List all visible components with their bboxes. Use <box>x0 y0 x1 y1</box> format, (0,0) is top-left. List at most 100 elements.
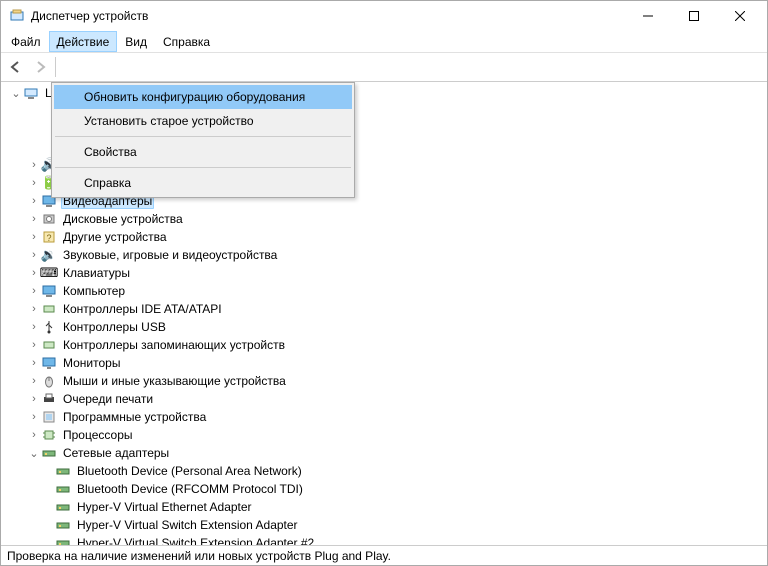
tree-label: Другие устройства <box>61 230 169 244</box>
tree-item-computer[interactable]: › Компьютер <box>5 282 767 300</box>
cpu-icon <box>41 427 57 443</box>
network-adapter-icon <box>55 535 71 545</box>
network-adapter-icon <box>55 463 71 479</box>
dropdown-separator <box>55 167 351 168</box>
dropdown-scan-hardware[interactable]: Обновить конфигурацию оборудования <box>54 85 352 109</box>
expand-icon[interactable]: › <box>27 356 41 370</box>
collapse-icon[interactable]: ⌄ <box>27 446 41 460</box>
tree-label: Звуковые, игровые и видеоустройства <box>61 248 279 262</box>
tree-label: Bluetooth Device (RFCOMM Protocol TDI) <box>75 482 305 496</box>
expand-icon[interactable]: › <box>27 248 41 262</box>
dropdown-separator <box>55 136 351 137</box>
tree-label: Процессоры <box>61 428 135 442</box>
content-area: Обновить конфигурацию оборудования Устан… <box>1 81 767 545</box>
network-icon <box>41 445 57 461</box>
back-button[interactable] <box>5 56 27 78</box>
dropdown-properties[interactable]: Свойства <box>54 140 352 164</box>
tree-label: Компьютер <box>61 284 127 298</box>
separator <box>55 57 56 77</box>
expand-icon[interactable]: › <box>27 176 41 190</box>
tree-label: Hyper-V Virtual Switch Extension Adapter <box>75 518 300 532</box>
printer-icon <box>41 391 57 407</box>
expand-icon[interactable]: ⌄ <box>9 86 23 100</box>
tree-label: Дисковые устройства <box>61 212 185 226</box>
dropdown-help[interactable]: Справка <box>54 171 352 195</box>
forward-button[interactable] <box>29 56 51 78</box>
tree-label: Hyper-V Virtual Ethernet Adapter <box>75 500 254 514</box>
expand-icon[interactable]: › <box>27 194 41 208</box>
close-button[interactable] <box>717 1 763 31</box>
tree-label: Клавиатуры <box>61 266 132 280</box>
tree-label: Контроллеры запоминающих устройств <box>61 338 287 352</box>
computer-icon <box>23 85 39 101</box>
expand-icon[interactable]: › <box>27 158 41 172</box>
tree-item-net-child[interactable]: Hyper-V Virtual Ethernet Adapter <box>5 498 767 516</box>
expand-icon[interactable]: › <box>27 284 41 298</box>
expand-icon[interactable]: › <box>27 230 41 244</box>
tree-label: Bluetooth Device (Personal Area Network) <box>75 464 304 478</box>
software-icon <box>41 409 57 425</box>
tree-item-disk[interactable]: › Дисковые устройства <box>5 210 767 228</box>
statusbar: Проверка на наличие изменений или новых … <box>1 545 767 565</box>
tree-item-software[interactable]: › Программные устройства <box>5 408 767 426</box>
keyboard-icon: ⌨ <box>41 265 57 281</box>
tree-item-net-child[interactable]: Bluetooth Device (RFCOMM Protocol TDI) <box>5 480 767 498</box>
dropdown-add-legacy[interactable]: Установить старое устройство <box>54 109 352 133</box>
tree-item-network[interactable]: ⌄ Сетевые адаптеры <box>5 444 767 462</box>
expand-icon[interactable]: › <box>27 320 41 334</box>
tree-item-net-child[interactable]: Hyper-V Virtual Switch Extension Adapter… <box>5 534 767 545</box>
expand-icon[interactable]: › <box>27 338 41 352</box>
network-adapter-icon <box>55 481 71 497</box>
tree-item-keyboards[interactable]: › ⌨ Клавиатуры <box>5 264 767 282</box>
app-icon <box>9 8 25 24</box>
tree-item-print-queue[interactable]: › Очереди печати <box>5 390 767 408</box>
tree-label: Контроллеры IDE ATA/ATAPI <box>61 302 224 316</box>
tree-item-usb[interactable]: › Контроллеры USB <box>5 318 767 336</box>
tree-label: Контроллеры USB <box>61 320 168 334</box>
window-title: Диспетчер устройств <box>31 9 625 23</box>
menu-action[interactable]: Действие <box>49 31 118 52</box>
tree-label: Сетевые адаптеры <box>61 446 171 460</box>
disk-icon <box>41 211 57 227</box>
menu-help[interactable]: Справка <box>155 31 218 52</box>
tree-item-sound[interactable]: › 🔉 Звуковые, игровые и видеоустройства <box>5 246 767 264</box>
expand-icon[interactable]: › <box>27 302 41 316</box>
tree-label: Программные устройства <box>61 410 208 424</box>
tree-label: Мониторы <box>61 356 122 370</box>
monitor-icon <box>41 355 57 371</box>
network-adapter-icon <box>55 517 71 533</box>
expand-icon[interactable]: › <box>27 212 41 226</box>
tree-item-net-child[interactable]: Hyper-V Virtual Switch Extension Adapter <box>5 516 767 534</box>
action-dropdown: Обновить конфигурацию оборудования Устан… <box>51 82 355 198</box>
tree-item-monitors[interactable]: › Мониторы <box>5 354 767 372</box>
usb-icon <box>41 319 57 335</box>
computer-icon <box>41 283 57 299</box>
tree-label: Hyper-V Virtual Switch Extension Adapter… <box>75 536 316 545</box>
tree-item-mice[interactable]: › Мыши и иные указывающие устройства <box>5 372 767 390</box>
storage-icon <box>41 337 57 353</box>
tree-item-storage[interactable]: › Контроллеры запоминающих устройств <box>5 336 767 354</box>
tree-label: Очереди печати <box>61 392 155 406</box>
expand-icon[interactable]: › <box>27 428 41 442</box>
minimize-button[interactable] <box>625 1 671 31</box>
svg-text:?: ? <box>46 233 51 243</box>
tree-item-processors[interactable]: › Процессоры <box>5 426 767 444</box>
expand-icon[interactable]: › <box>27 410 41 424</box>
tree-item-net-child[interactable]: Bluetooth Device (Personal Area Network) <box>5 462 767 480</box>
menu-view[interactable]: Вид <box>117 31 155 52</box>
tree-item-other[interactable]: › ? Другие устройства <box>5 228 767 246</box>
controller-icon <box>41 301 57 317</box>
expand-icon[interactable]: › <box>27 392 41 406</box>
sound-icon: 🔉 <box>41 247 57 263</box>
tree-item-ide[interactable]: › Контроллеры IDE ATA/ATAPI <box>5 300 767 318</box>
network-adapter-icon <box>55 499 71 515</box>
titlebar: Диспетчер устройств <box>1 1 767 31</box>
expand-icon[interactable]: › <box>27 374 41 388</box>
menubar: Файл Действие Вид Справка <box>1 31 767 53</box>
tree-label: Мыши и иные указывающие устройства <box>61 374 288 388</box>
menu-file[interactable]: Файл <box>3 31 49 52</box>
maximize-button[interactable] <box>671 1 717 31</box>
status-text: Проверка на наличие изменений или новых … <box>7 549 391 563</box>
mouse-icon <box>41 373 57 389</box>
unknown-icon: ? <box>41 229 57 245</box>
